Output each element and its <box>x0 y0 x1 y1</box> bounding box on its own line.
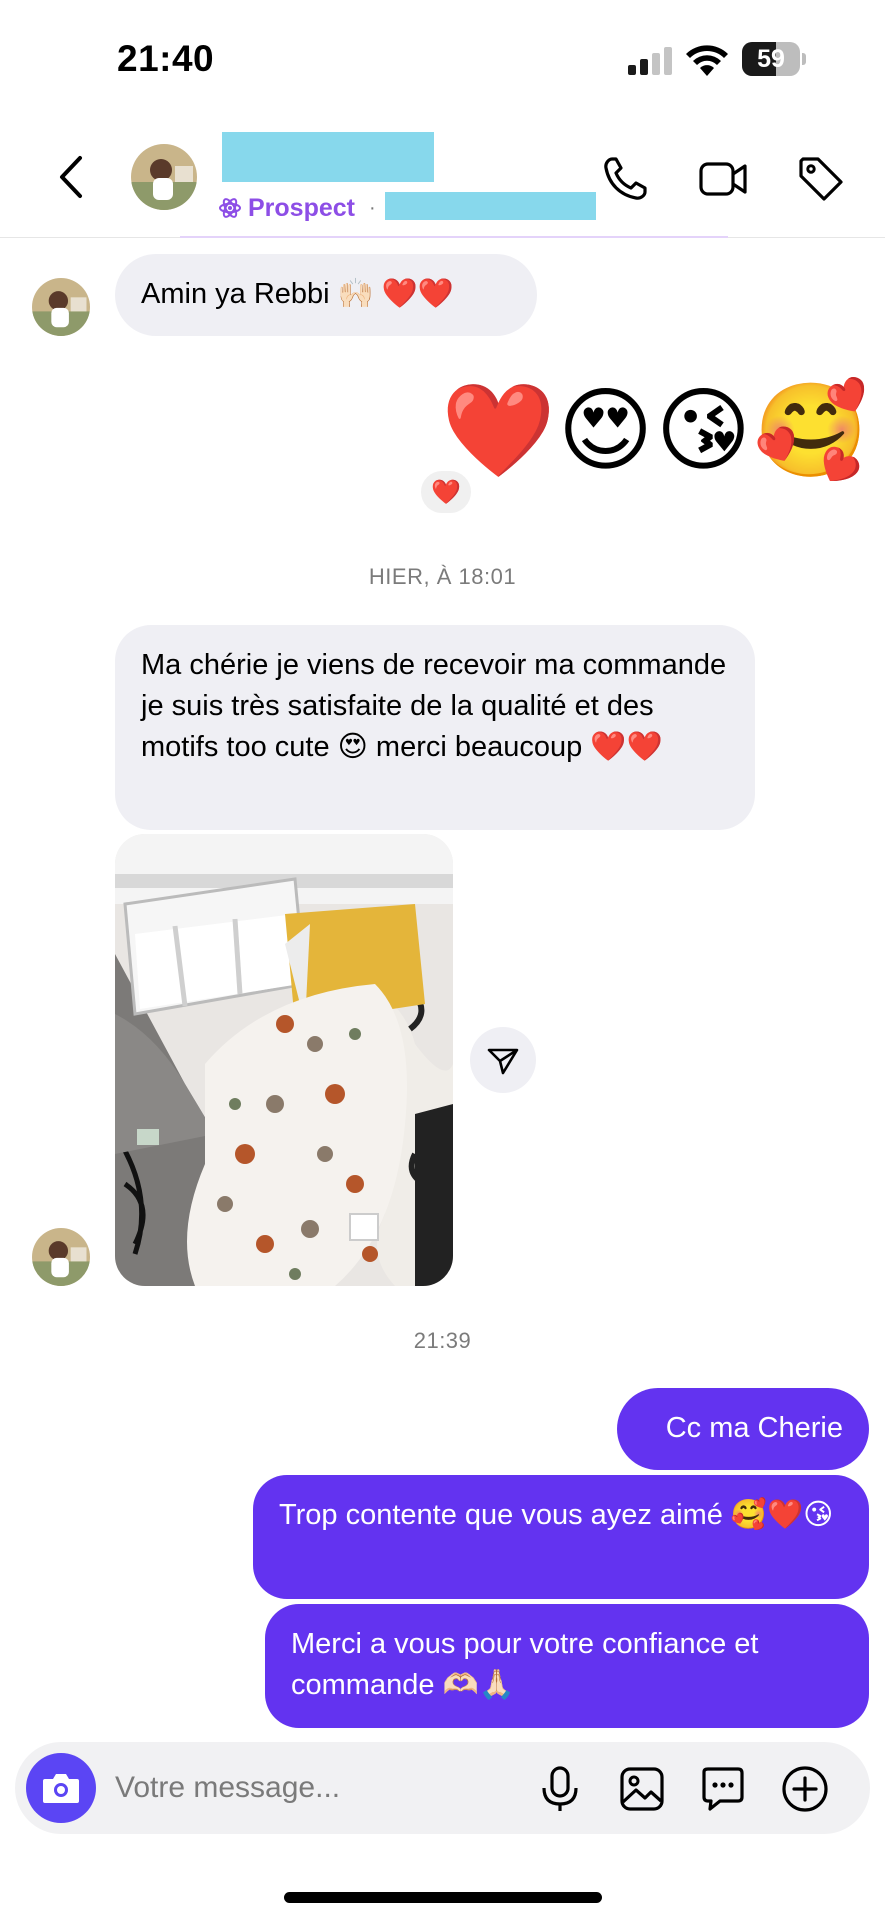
outgoing-message[interactable]: Merci a vous pour votre confiance et com… <box>265 1604 869 1728</box>
product-photo[interactable] <box>115 834 453 1286</box>
wifi-icon <box>686 45 728 76</box>
sender-avatar[interactable] <box>32 278 90 336</box>
share-button[interactable] <box>470 1027 536 1093</box>
message-input[interactable] <box>115 1764 435 1812</box>
video-camera-icon[interactable] <box>698 154 748 204</box>
home-indicator[interactable] <box>284 1892 602 1903</box>
incoming-message[interactable]: Ma chérie je viens de recevoir ma comman… <box>115 625 755 830</box>
paper-plane-icon <box>487 1048 519 1075</box>
battery-level: 59 <box>757 45 785 73</box>
cellular-signal-icon <box>628 47 672 75</box>
timestamp: HIER, À 18:01 <box>368 564 517 589</box>
header-accent-line <box>180 236 728 238</box>
phone-icon[interactable] <box>600 154 650 204</box>
plus-circle-icon[interactable] <box>780 1764 830 1814</box>
contact-tag[interactable]: Prospect · <box>218 186 376 230</box>
camera-button[interactable] <box>26 1753 96 1823</box>
status-bar: 21:40 59 <box>0 0 885 110</box>
battery-icon: 59 <box>742 42 806 76</box>
contact-handle-redacted <box>385 192 596 220</box>
heart-reaction[interactable]: ❤️ <box>418 468 474 516</box>
outgoing-message[interactable]: Trop contente que vous ayez aimé 🥰❤️😘 <box>253 1475 869 1599</box>
timestamp: 21:39 <box>413 1328 472 1353</box>
separator: · <box>368 196 376 219</box>
contact-name-redacted <box>222 132 434 182</box>
prospect-label: Prospect <box>248 193 355 222</box>
outgoing-emoji-message[interactable]: ❤️😍😘🥰 <box>410 376 870 486</box>
chat-bubble-icon[interactable] <box>698 1764 748 1814</box>
camera-icon <box>43 1774 79 1803</box>
contact-avatar[interactable] <box>131 144 197 210</box>
image-icon[interactable] <box>617 1764 667 1814</box>
chat-header: Prospect · <box>0 110 885 238</box>
chevron-left-icon[interactable] <box>52 152 92 202</box>
microphone-icon[interactable] <box>535 1764 585 1814</box>
message-composer <box>15 1742 870 1834</box>
sender-avatar[interactable] <box>32 1228 90 1286</box>
status-time: 21:40 <box>117 38 215 79</box>
atom-icon <box>219 198 241 218</box>
tag-icon[interactable] <box>796 154 846 204</box>
outgoing-message[interactable]: Cc ma Cherie <box>617 1388 869 1470</box>
incoming-message[interactable]: Amin ya Rebbi 🙌🏻 ❤️❤️ <box>115 254 537 336</box>
